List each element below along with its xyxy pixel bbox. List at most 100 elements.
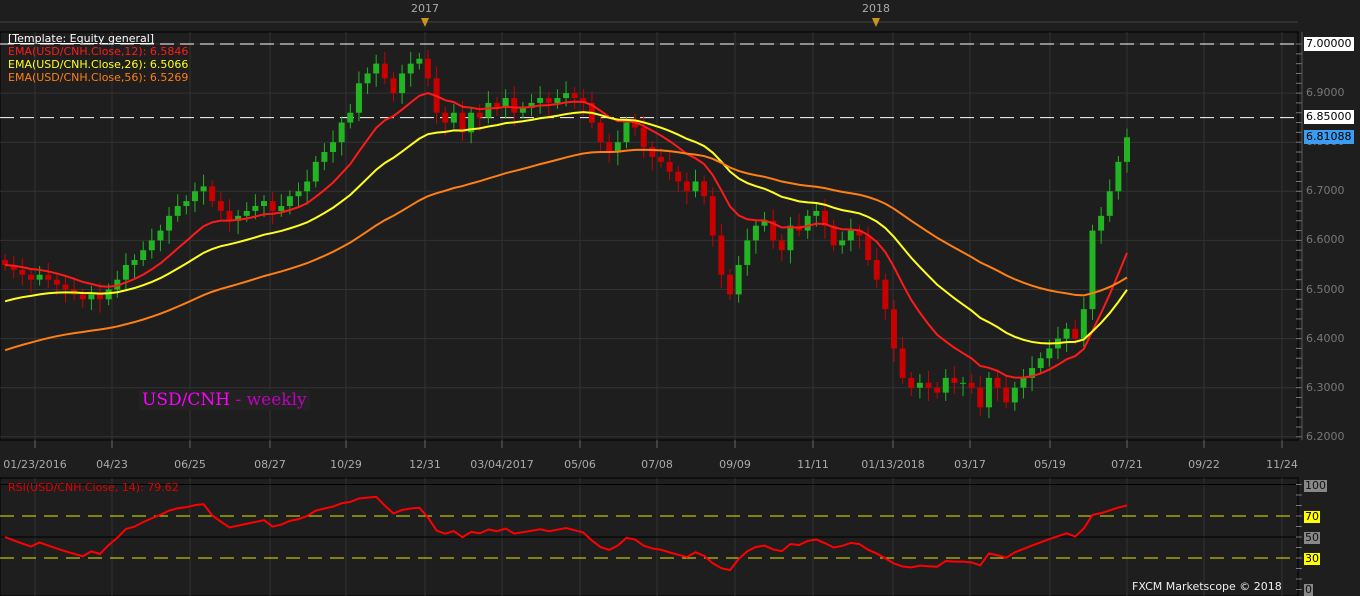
candle-bull xyxy=(804,215,811,231)
candle-bull xyxy=(330,142,337,153)
price-tick-label: 6.2000 xyxy=(1306,429,1345,443)
candle-bull xyxy=(157,230,164,241)
date-tick-label: 04/23 xyxy=(96,458,128,471)
candle-bear xyxy=(97,294,104,300)
date-tick-label: 07/08 xyxy=(641,458,673,471)
candle-bear xyxy=(45,274,52,280)
candle-bear xyxy=(1072,328,1079,339)
candle-bull xyxy=(304,181,311,192)
candle-bear xyxy=(511,98,518,113)
price-tick-label: 6.3000 xyxy=(1306,380,1345,394)
candle-bull xyxy=(148,240,155,251)
price-tick-label: 6.5000 xyxy=(1306,282,1345,296)
candle-bear xyxy=(934,387,941,393)
candle-bull xyxy=(252,206,259,211)
candle-bull xyxy=(131,260,138,265)
candle-bull xyxy=(347,112,354,123)
candle-bear xyxy=(649,147,656,157)
candle-bear xyxy=(62,284,69,290)
candle-bull xyxy=(563,93,570,99)
candle-bear xyxy=(390,78,397,94)
candle-bull xyxy=(407,63,414,74)
candle-bull xyxy=(942,377,949,393)
rsi-label-70: 70 xyxy=(1304,510,1320,523)
candle-bear xyxy=(977,387,984,408)
candle-bull xyxy=(286,196,293,207)
date-tick-label: 03/17 xyxy=(954,458,986,471)
rsi-legend: RSI(USD/CNH.Close, 14): 79.62 xyxy=(8,481,179,494)
candle-bear xyxy=(79,294,86,300)
candle-bull xyxy=(355,83,362,113)
candle-bull xyxy=(338,122,345,143)
candle-bull xyxy=(537,98,544,103)
candle-bear xyxy=(545,98,552,103)
candle-bull xyxy=(1106,191,1113,216)
date-tick-label: 05/19 xyxy=(1034,458,1066,471)
candle-bull xyxy=(692,181,699,192)
candle-bull xyxy=(1098,215,1105,231)
candle-bear xyxy=(217,201,224,211)
rsi-label-0: 0 xyxy=(1304,583,1313,596)
chart-title: USD/CNH - weekly xyxy=(139,390,310,410)
candle-bull xyxy=(399,73,406,94)
price-level-7: 7.00000 xyxy=(1304,37,1354,51)
candle-bear xyxy=(27,274,34,280)
candle-bull xyxy=(373,63,380,74)
candle-bull xyxy=(787,225,794,251)
date-tick-label: 08/27 xyxy=(254,458,286,471)
price-tick-label: 6.6000 xyxy=(1306,233,1345,247)
candle-bear xyxy=(381,63,388,79)
date-tick-label: 05/06 xyxy=(564,458,596,471)
date-tick-label: 11/11 xyxy=(797,458,829,471)
candle-bear xyxy=(718,235,725,275)
candle-bull xyxy=(847,230,854,241)
candle-bear xyxy=(606,142,613,153)
candle-bear xyxy=(890,309,897,349)
date-tick-label: 03/04/2017 xyxy=(470,458,534,471)
candle-bear xyxy=(908,377,915,388)
candle-bull xyxy=(916,382,923,388)
rsi-label-100: 100 xyxy=(1304,479,1327,492)
candle-bull xyxy=(105,289,112,300)
template-label[interactable]: [Template: Equity general] xyxy=(8,32,188,45)
year-marker-2017: 2017 xyxy=(411,2,439,15)
candle-bull xyxy=(735,264,742,295)
candle-bull xyxy=(1020,377,1027,388)
date-tick-label: 10/29 xyxy=(330,458,362,471)
candle-bear xyxy=(709,196,716,236)
chart-canvas[interactable] xyxy=(0,0,1360,596)
rsi-label-50: 50 xyxy=(1304,531,1320,544)
candle-bull xyxy=(623,122,630,143)
candle-bull xyxy=(122,264,129,280)
candle-bear xyxy=(597,122,604,143)
date-tick-label: 07/21 xyxy=(1111,458,1143,471)
date-tick-label: 09/09 xyxy=(719,458,751,471)
candle-bull xyxy=(1037,358,1044,369)
date-tick-label: 09/22 xyxy=(1188,458,1220,471)
candle-bear xyxy=(994,377,1001,388)
candle-bull xyxy=(1011,387,1018,403)
ema12-legend: EMA(USD/CNH.Close,12): 6.5846 xyxy=(8,45,189,58)
candle-bear xyxy=(701,181,708,197)
candle-bull xyxy=(174,206,181,216)
candle-bull xyxy=(261,201,267,207)
candle-bull xyxy=(813,210,820,216)
candle-bear xyxy=(778,240,785,251)
candle-bull xyxy=(191,191,198,202)
price-tick-label: 6.4000 xyxy=(1306,331,1345,345)
candle-bull xyxy=(321,152,328,162)
candle-bear xyxy=(882,279,889,310)
candle-bear xyxy=(968,382,975,388)
date-tick-label: 01/23/2016 xyxy=(3,458,67,471)
candle-bull xyxy=(1124,137,1130,162)
candle-bear xyxy=(226,210,233,221)
candle-bull xyxy=(1115,161,1122,192)
date-tick-label: 12/31 xyxy=(409,458,441,471)
candle-bull xyxy=(416,58,423,64)
candle-bear xyxy=(683,181,690,192)
candle-bull xyxy=(752,225,759,241)
candle-bear xyxy=(899,348,906,378)
candle-bull xyxy=(960,382,967,384)
candle-bear xyxy=(1003,387,1010,403)
candle-bear xyxy=(925,382,932,388)
